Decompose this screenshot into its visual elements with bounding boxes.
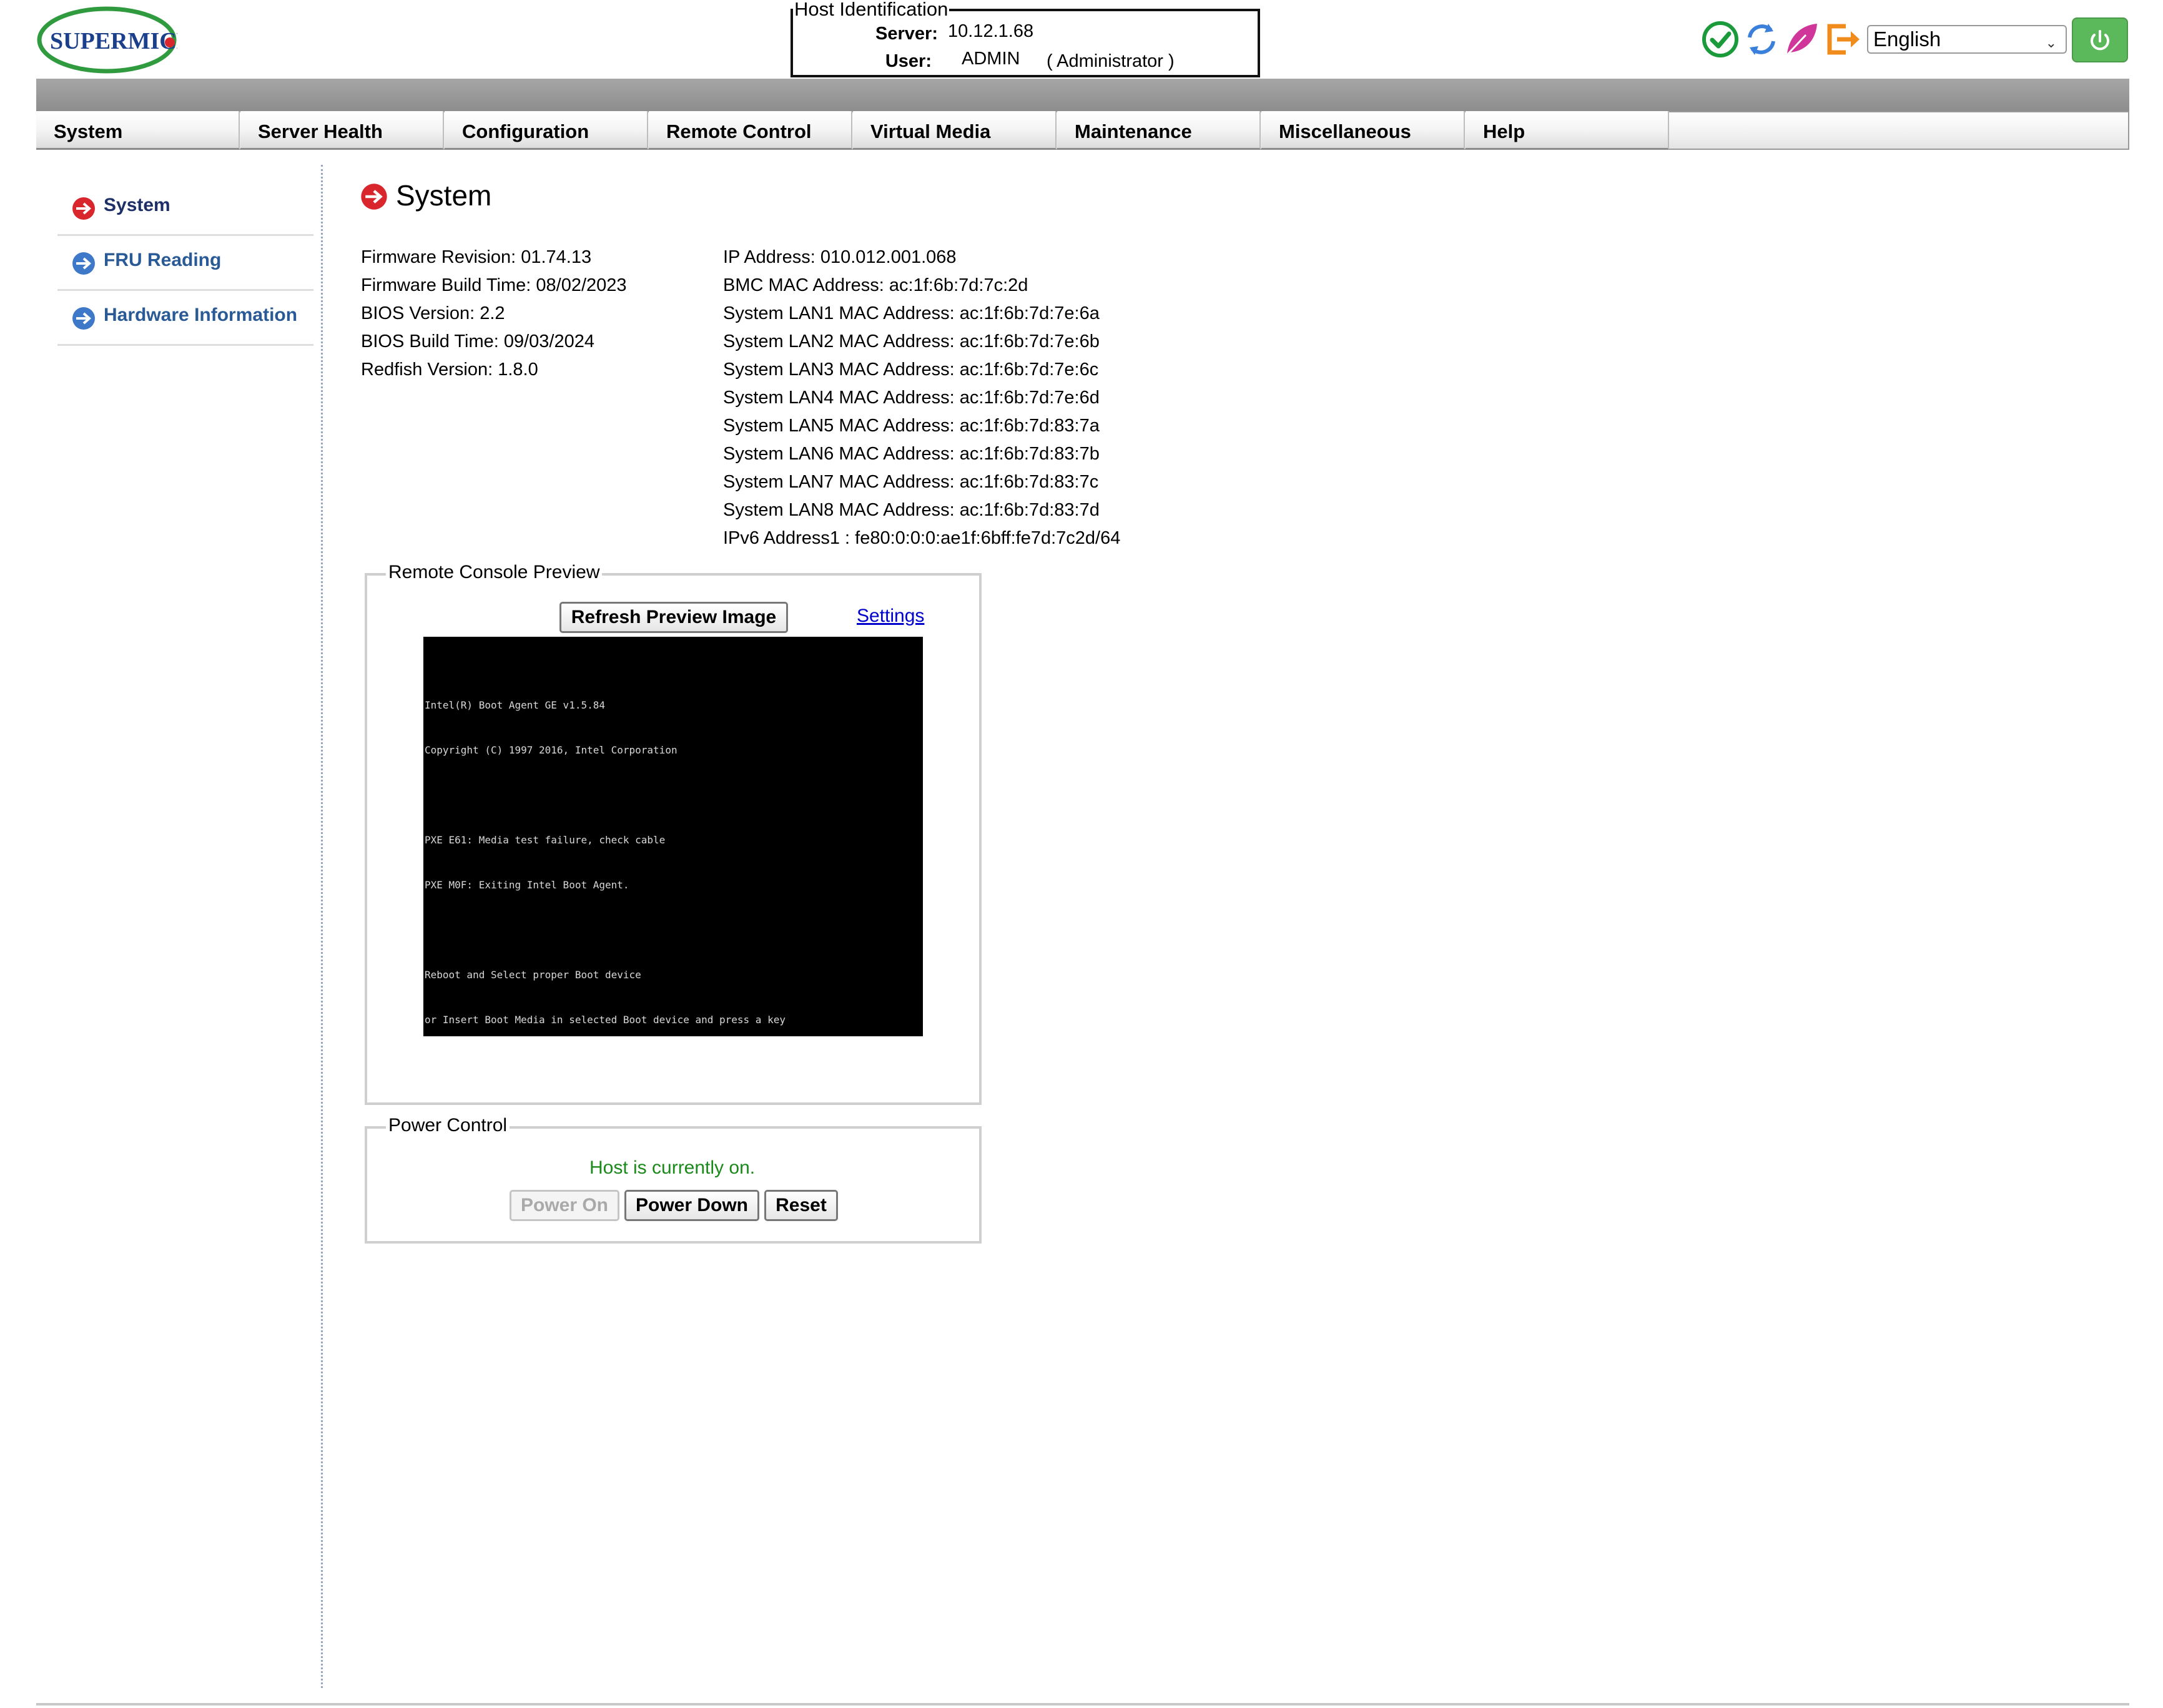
supermicro-logo: SUPERMICRO — [36, 4, 212, 74]
arrow-circle-icon — [72, 197, 95, 220]
sidebar-item-label: Hardware Information — [104, 305, 298, 325]
tab-system[interactable]: System — [36, 111, 240, 150]
refresh-preview-button[interactable]: Refresh Preview Image — [559, 602, 788, 633]
reset-button[interactable]: Reset — [764, 1190, 838, 1221]
arrow-circle-icon — [72, 307, 95, 330]
leaf-icon[interactable] — [1781, 19, 1822, 60]
power-on-button[interactable]: Power On — [510, 1190, 619, 1221]
header-bar — [36, 79, 2129, 111]
language-selected-value: English — [1873, 27, 1941, 51]
tab-remote-control[interactable]: Remote Control — [649, 111, 852, 150]
ipv6-address: IPv6 Address1 : fe80:0:0:0:ae1f:6bff:fe7… — [723, 528, 1121, 548]
chevron-down-icon: ⌄ — [2045, 35, 2057, 51]
console-line: Copyright (C) 1997 2016, Intel Corporati… — [425, 744, 677, 756]
bios-build-time: BIOS Build Time: 09/03/2024 — [361, 331, 594, 351]
console-line: PXE E61: Media test failure, check cable — [425, 834, 666, 846]
lan3-mac-address: System LAN3 MAC Address: ac:1f:6b:7d:7e:… — [723, 360, 1099, 380]
tab-miscellaneous[interactable]: Miscellaneous — [1261, 111, 1465, 150]
system-info-left: Firmware Revision: 01.74.13 Firmware Bui… — [361, 243, 627, 384]
tab-maintenance[interactable]: Maintenance — [1057, 111, 1261, 150]
power-button[interactable] — [2072, 17, 2128, 62]
tab-help[interactable]: Help — [1466, 111, 1669, 150]
system-info-right: IP Address: 010.012.001.068 BMC MAC Addr… — [723, 243, 1120, 552]
logo-text: SUPERMICRO — [50, 28, 177, 54]
footer-divider — [36, 1703, 2129, 1706]
user-value: ADMIN — [962, 49, 1020, 69]
sidebar-item-label: System — [104, 195, 170, 215]
console-text: Intel(R) Boot Agent GE v1.5.84 Copyright… — [425, 668, 786, 1058]
power-icon — [2091, 30, 2109, 51]
console-preview-screen[interactable]: Intel(R) Boot Agent GE v1.5.84 Copyright… — [423, 637, 923, 1036]
redfish-version: Redfish Version: 1.8.0 — [361, 360, 538, 380]
logout-icon[interactable] — [1822, 19, 1863, 60]
arrow-circle-icon — [72, 252, 95, 275]
host-identification-legend: Host Identification — [793, 0, 950, 20]
sidebar-item-label: FRU Reading — [104, 250, 222, 270]
user-role: ( Administrator ) — [1047, 51, 1175, 71]
power-down-button[interactable]: Power Down — [624, 1190, 759, 1221]
sidebar-item-hardware-information[interactable]: Hardware Information — [57, 291, 313, 346]
ip-address: IP Address: 010.012.001.068 — [723, 247, 957, 267]
console-line: Intel(R) Boot Agent GE v1.5.84 — [425, 699, 605, 711]
remote-console-legend: Remote Console Preview — [386, 562, 603, 583]
arrow-circle-icon — [361, 184, 387, 210]
tab-server-health[interactable]: Server Health — [240, 111, 444, 150]
language-select[interactable]: English ⌄ — [1867, 25, 2067, 54]
settings-link[interactable]: Settings — [857, 606, 924, 627]
page-title: System — [396, 179, 492, 212]
server-label: Server: — [875, 24, 938, 44]
lan8-mac-address: System LAN8 MAC Address: ac:1f:6b:7d:83:… — [723, 500, 1100, 520]
console-line: Reboot and Select proper Boot device — [425, 969, 641, 981]
lan5-mac-address: System LAN5 MAC Address: ac:1f:6b:7d:83:… — [723, 416, 1100, 436]
tab-configuration[interactable]: Configuration — [445, 111, 648, 150]
sidebar-item-fru-reading[interactable]: FRU Reading — [57, 236, 313, 291]
check-circle-icon[interactable] — [1700, 19, 1741, 60]
lan7-mac-address: System LAN7 MAC Address: ac:1f:6b:7d:83:… — [723, 472, 1099, 492]
lan1-mac-address: System LAN1 MAC Address: ac:1f:6b:7d:7e:… — [723, 303, 1100, 323]
console-line: or Insert Boot Media in selected Boot de… — [425, 1014, 786, 1026]
host-power-status: Host is currently on. — [589, 1157, 756, 1178]
server-value: 10.12.1.68 — [948, 21, 1034, 41]
user-label: User: — [885, 51, 932, 71]
console-line: PXE M0F: Exiting Intel Boot Agent. — [425, 879, 629, 891]
refresh-icon[interactable] — [1741, 19, 1782, 60]
tab-virtual-media[interactable]: Virtual Media — [853, 111, 1057, 150]
lan2-mac-address: System LAN2 MAC Address: ac:1f:6b:7d:7e:… — [723, 331, 1100, 351]
power-control-panel — [365, 1126, 982, 1244]
sidebar-item-system[interactable]: System — [57, 181, 313, 236]
power-control-legend: Power Control — [386, 1115, 510, 1136]
lan6-mac-address: System LAN6 MAC Address: ac:1f:6b:7d:83:… — [723, 444, 1100, 464]
firmware-build-time: Firmware Build Time: 08/02/2023 — [361, 275, 627, 295]
firmware-revision: Firmware Revision: 01.74.13 — [361, 247, 592, 267]
bios-version: BIOS Version: 2.2 — [361, 303, 505, 323]
bmc-mac-address: BMC MAC Address: ac:1f:6b:7d:7c:2d — [723, 275, 1028, 295]
lan4-mac-address: System LAN4 MAC Address: ac:1f:6b:7d:7e:… — [723, 388, 1100, 408]
sidebar-divider — [321, 165, 323, 1688]
